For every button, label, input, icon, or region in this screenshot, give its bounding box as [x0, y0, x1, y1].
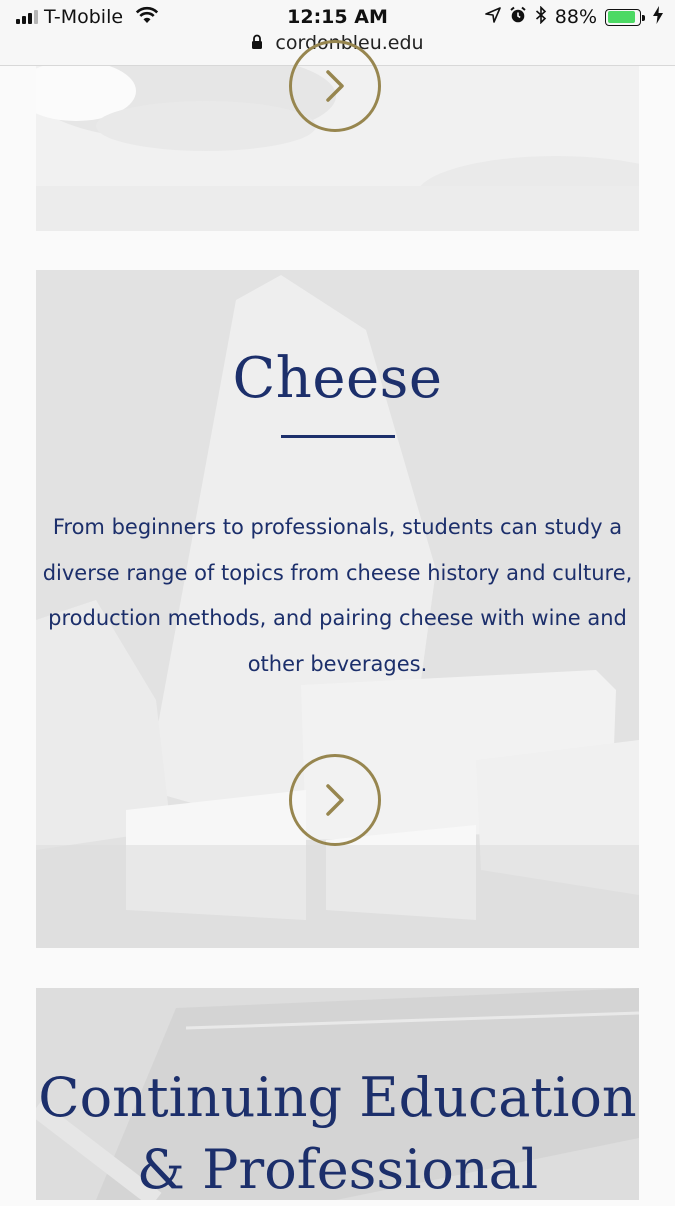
status-right: 88% — [484, 5, 663, 28]
battery-percent: 88% — [554, 6, 597, 28]
chevron-right-icon — [326, 784, 344, 816]
cheese-title: Cheese — [232, 346, 443, 411]
lock-icon — [251, 33, 263, 55]
bluetooth-icon — [535, 5, 547, 28]
previous-card-arrow-button[interactable] — [289, 40, 381, 132]
cheese-arrow-button[interactable] — [289, 754, 381, 846]
cheese-description: From beginners to professionals, student… — [42, 515, 633, 676]
title-divider — [281, 435, 395, 438]
alarm-icon — [509, 6, 527, 28]
charging-icon — [653, 6, 663, 28]
chevron-right-icon — [326, 70, 344, 102]
location-arrow-icon — [484, 7, 501, 27]
continuing-education-title: Continuing Education & Professional — [38, 1066, 637, 1201]
battery-icon — [605, 8, 645, 26]
